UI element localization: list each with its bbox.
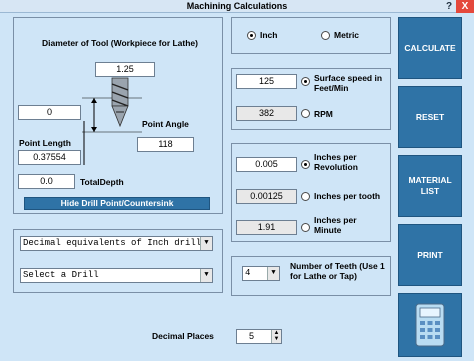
inches-per-rev-label: Inches per Revolution	[314, 152, 358, 172]
surface-speed-input[interactable]: 125	[236, 74, 297, 89]
calculate-button[interactable]: CALCULATE	[398, 17, 462, 79]
close-button[interactable]: X	[456, 0, 474, 13]
reset-button[interactable]: RESET	[398, 86, 462, 148]
teeth-select[interactable]: 4 ▼	[242, 266, 280, 281]
teeth-value: 4	[245, 268, 251, 278]
decimal-places-value: 5	[249, 331, 255, 341]
rpm-output: 382	[236, 106, 297, 121]
point-length-label: Point Length	[19, 138, 71, 148]
rpm-label: RPM	[314, 109, 333, 119]
inches-per-minute-radio[interactable]	[301, 223, 310, 232]
drill-equivalents-value: Decimal equivalents of Inch drill	[23, 238, 202, 248]
metric-radio[interactable]	[321, 31, 330, 40]
inches-per-minute-label: Inches per Minute	[314, 215, 357, 235]
chevron-down-icon[interactable]: ▼	[267, 267, 279, 280]
hide-drill-point-button[interactable]: Hide Drill Point/Countersink	[24, 197, 210, 210]
print-button[interactable]: PRINT	[398, 224, 462, 286]
decimal-places-stepper[interactable]: 5 ▲ ▼	[236, 329, 282, 344]
surface-speed-radio[interactable]	[301, 77, 310, 86]
material-list-button[interactable]: MATERIAL LIST	[398, 155, 462, 217]
decimal-places-label: Decimal Places	[152, 331, 214, 341]
help-button[interactable]: ?	[442, 0, 456, 13]
inches-per-tooth-label: Inches per tooth	[314, 191, 381, 201]
teeth-label: Number of Teeth (Use 1 for Lathe or Tap)	[290, 261, 385, 281]
total-depth-label: TotalDepth	[80, 177, 124, 187]
inches-per-rev-radio[interactable]	[301, 160, 310, 169]
point-angle-label: Point Angle	[142, 119, 189, 129]
window-title: Machining Calculations	[186, 1, 288, 11]
rpm-radio[interactable]	[301, 109, 310, 118]
surface-speed-label: Surface speed in Feet/Min	[314, 73, 383, 93]
inches-per-tooth-radio[interactable]	[301, 192, 310, 201]
drill-select[interactable]: Select a Drill ▼	[20, 268, 213, 283]
stepper-arrows-icon[interactable]: ▲ ▼	[271, 330, 281, 343]
drill-select-value: Select a Drill	[23, 270, 99, 280]
calculator-icon	[415, 303, 445, 347]
calculator-button[interactable]	[398, 293, 462, 357]
inch-radio[interactable]	[247, 31, 256, 40]
inches-per-tooth-output: 0.00125	[236, 189, 297, 204]
drill-equivalents-select[interactable]: Decimal equivalents of Inch drill ▼	[20, 236, 213, 251]
inches-per-rev-input[interactable]: 0.005	[236, 157, 297, 172]
point-length-input[interactable]: 0.37554	[18, 150, 81, 165]
inches-per-minute-output: 1.91	[236, 220, 297, 235]
point-angle-input[interactable]: 118	[137, 137, 194, 152]
left-value-input[interactable]: 0	[18, 105, 81, 120]
metric-label: Metric	[334, 30, 360, 40]
diameter-input[interactable]: 1.25	[95, 62, 155, 77]
total-depth-input[interactable]: 0.0	[18, 174, 75, 189]
inch-label: Inch	[260, 30, 278, 40]
diameter-label: Diameter of Tool (Workpiece for Lathe)	[41, 38, 198, 48]
drill-diagram-icon	[82, 77, 142, 165]
chevron-down-icon[interactable]: ▼	[200, 269, 212, 282]
chevron-down-icon[interactable]: ▼	[200, 237, 212, 250]
